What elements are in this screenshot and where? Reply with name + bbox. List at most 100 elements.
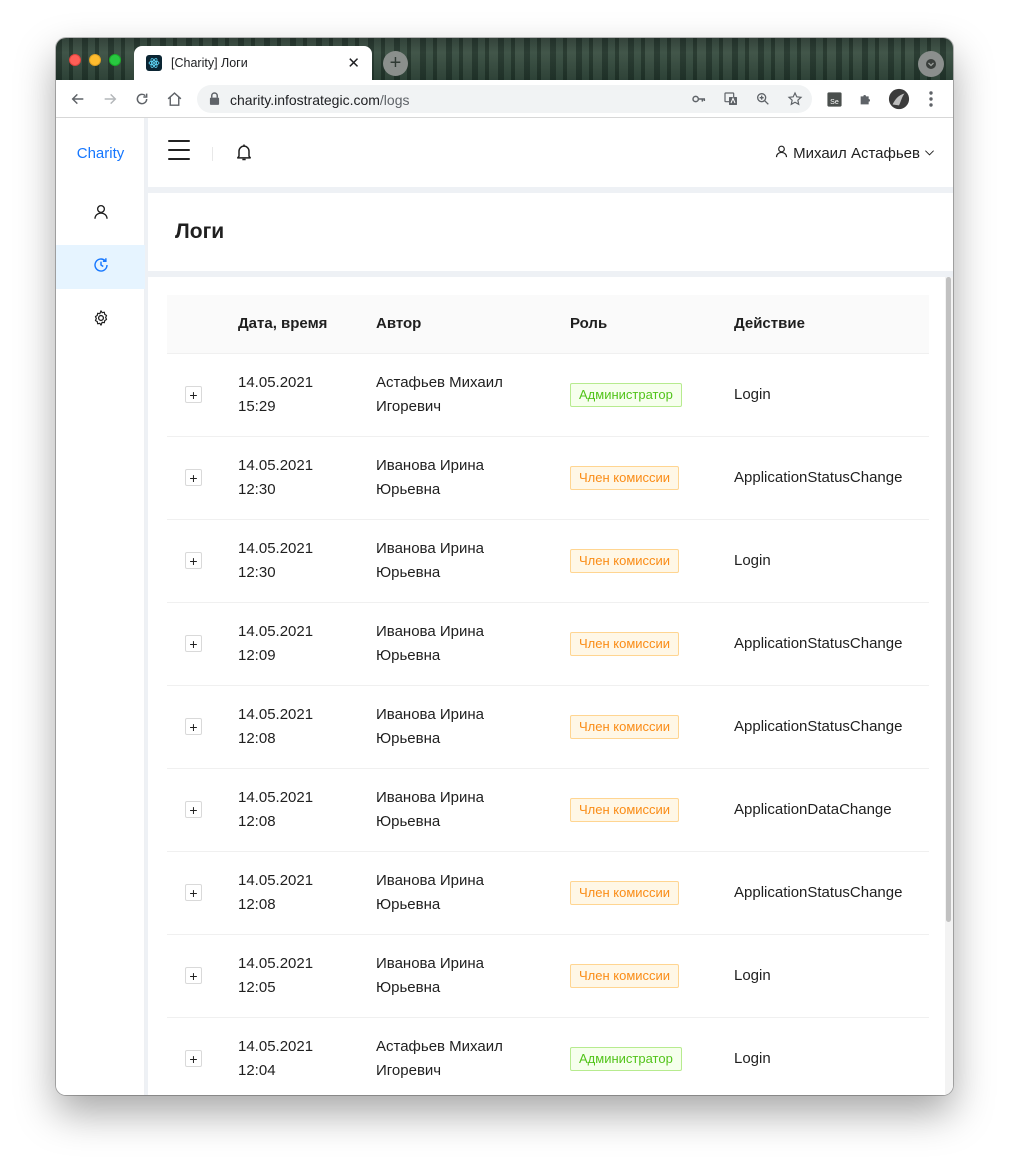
role-tag: Член комиссии: [570, 548, 680, 573]
tab-search-icon[interactable]: [918, 51, 944, 77]
row-expand-plus-icon[interactable]: +: [185, 1050, 202, 1067]
role-cell: Член комиссии: [570, 519, 734, 603]
home-icon[interactable]: [165, 90, 183, 108]
role-cell: Член комиссии: [570, 851, 734, 935]
role-cell: Член комиссии: [570, 436, 734, 520]
new-tab-button[interactable]: +: [383, 51, 408, 76]
translate-icon[interactable]: [723, 91, 739, 107]
row-expand-plus-icon[interactable]: +: [185, 718, 202, 735]
column-header-action[interactable]: Действие: [734, 295, 929, 354]
content-scrollbar[interactable]: [945, 277, 953, 1095]
key-icon[interactable]: [691, 91, 707, 107]
sidebar-item-logs[interactable]: [56, 245, 145, 289]
log-date: 14.05.2021: [238, 954, 314, 972]
row-expand-plus-icon[interactable]: +: [185, 635, 202, 652]
user-name: Михаил Астафьев: [793, 145, 920, 162]
lock-icon: [209, 92, 220, 110]
app-header: Михаил Астафьев: [148, 118, 953, 187]
author-name-line-1: Астафьев Михаил: [376, 1037, 503, 1055]
role-tag: Член комиссии: [570, 963, 680, 988]
close-window-button[interactable]: [69, 54, 81, 66]
browser-tab[interactable]: [Charity] Логи ✕: [134, 46, 372, 80]
datetime-cell: 14.05.2021 12:04: [238, 1017, 376, 1095]
browser-menu-icon[interactable]: [922, 90, 940, 108]
back-arrow-icon[interactable]: [69, 90, 87, 108]
action-cell: ApplicationStatusChange: [734, 851, 929, 935]
row-expand-plus-icon[interactable]: +: [185, 801, 202, 818]
log-time: 12:04: [238, 1061, 276, 1079]
menu-toggle-icon[interactable]: [168, 140, 190, 160]
extensions-puzzle-icon[interactable]: [857, 90, 875, 108]
author-cell: Иванова Ирина Юрьевна: [376, 436, 570, 520]
column-header-role[interactable]: Роль: [570, 295, 734, 354]
author-name-line-1: Иванова Ирина: [376, 622, 484, 640]
address-bar[interactable]: charity.infostrategic.com/logs: [197, 85, 812, 113]
datetime-cell: 14.05.2021 12:08: [238, 851, 376, 935]
forward-arrow-icon[interactable]: [101, 90, 119, 108]
author-name-line-2: Юрьевна: [376, 895, 441, 913]
page-title: Логи: [175, 220, 225, 243]
table-header-row: Дата, время Автор Роль Действие: [167, 295, 929, 354]
zoom-icon[interactable]: [755, 91, 771, 107]
role-cell: Член комиссии: [570, 685, 734, 769]
log-time: 12:30: [238, 563, 276, 581]
zoom-window-button[interactable]: [109, 54, 121, 66]
expand-cell: +: [167, 436, 238, 520]
datetime-cell: 14.05.2021 12:09: [238, 602, 376, 686]
row-expand-plus-icon[interactable]: +: [185, 469, 202, 486]
role-tag: Член комиссии: [570, 714, 680, 739]
role-cell: Член комиссии: [570, 934, 734, 1018]
role-tag: Член комиссии: [570, 631, 680, 656]
datetime-cell: 14.05.2021 12:08: [238, 768, 376, 852]
url-text: charity.infostrategic.com/logs: [230, 92, 409, 108]
author-name-line-2: Юрьевна: [376, 729, 441, 747]
action-cell: ApplicationStatusChange: [734, 602, 929, 686]
role-tag: Администратор: [570, 1046, 682, 1071]
sidebar-item-users[interactable]: [56, 192, 145, 236]
user-icon: [774, 144, 789, 163]
profile-avatar-icon[interactable]: [888, 88, 910, 110]
scrollbar-thumb[interactable]: [946, 277, 951, 922]
sidebar-item-settings[interactable]: [56, 298, 145, 342]
traffic-lights: [69, 54, 121, 66]
table-row: +14.05.2021 12:30 Иванова Ирина Юрьевна Член…: [167, 436, 929, 520]
log-time: 12:05: [238, 978, 276, 996]
page-header: Логи: [148, 193, 953, 271]
expand-cell: +: [167, 768, 238, 852]
row-expand-plus-icon[interactable]: +: [185, 884, 202, 901]
action-cell: Login: [734, 934, 929, 1018]
tab-close-icon[interactable]: ✕: [347, 56, 360, 71]
role-cell: Член комиссии: [570, 768, 734, 852]
url-host: charity.infostrategic.com: [230, 92, 380, 108]
selenium-extension-icon[interactable]: Se: [825, 90, 843, 108]
role-tag: Член комиссии: [570, 880, 680, 905]
expand-cell: +: [167, 519, 238, 603]
reload-icon[interactable]: [133, 90, 151, 108]
tab-title: [Charity] Логи: [171, 56, 248, 70]
author-name-line-1: Иванова Ирина: [376, 954, 484, 972]
action-cell: ApplicationStatusChange: [734, 436, 929, 520]
row-expand-plus-icon[interactable]: +: [185, 967, 202, 984]
table-row: +14.05.2021 12:08 Иванова Ирина Юрьевна Член…: [167, 685, 929, 769]
brand-logo[interactable]: Charity: [56, 145, 145, 162]
log-date: 14.05.2021: [238, 456, 314, 474]
table-row: +14.05.2021 12:08 Иванова Ирина Юрьевна Член…: [167, 851, 929, 935]
minimize-window-button[interactable]: [89, 54, 101, 66]
author-cell: Астафьев Михаил Игоревич: [376, 353, 570, 437]
table-row: +14.05.2021 15:29 Астафьев Михаил Игоревич А…: [167, 353, 929, 437]
user-menu[interactable]: Михаил Астафьев: [774, 144, 935, 163]
history-icon: [92, 256, 110, 279]
browser-window: [Charity] Логи ✕ + charity.infostrategic…: [56, 38, 953, 1095]
logs-table: Дата, время Автор Роль Действие +14.05.2…: [167, 295, 929, 1095]
author-cell: Астафьев Михаил Игоревич: [376, 1017, 570, 1095]
table-row: +14.05.2021 12:08 Иванова Ирина Юрьевна Член…: [167, 768, 929, 852]
log-date: 14.05.2021: [238, 1037, 314, 1055]
action-cell: ApplicationDataChange: [734, 768, 929, 852]
log-time: 12:09: [238, 646, 276, 664]
bookmark-star-icon[interactable]: [787, 91, 803, 107]
column-header-author[interactable]: Автор: [376, 295, 570, 354]
column-header-datetime[interactable]: Дата, время: [238, 295, 376, 354]
row-expand-plus-icon[interactable]: +: [185, 386, 202, 403]
row-expand-plus-icon[interactable]: +: [185, 552, 202, 569]
notifications-bell-icon[interactable]: [234, 141, 254, 168]
